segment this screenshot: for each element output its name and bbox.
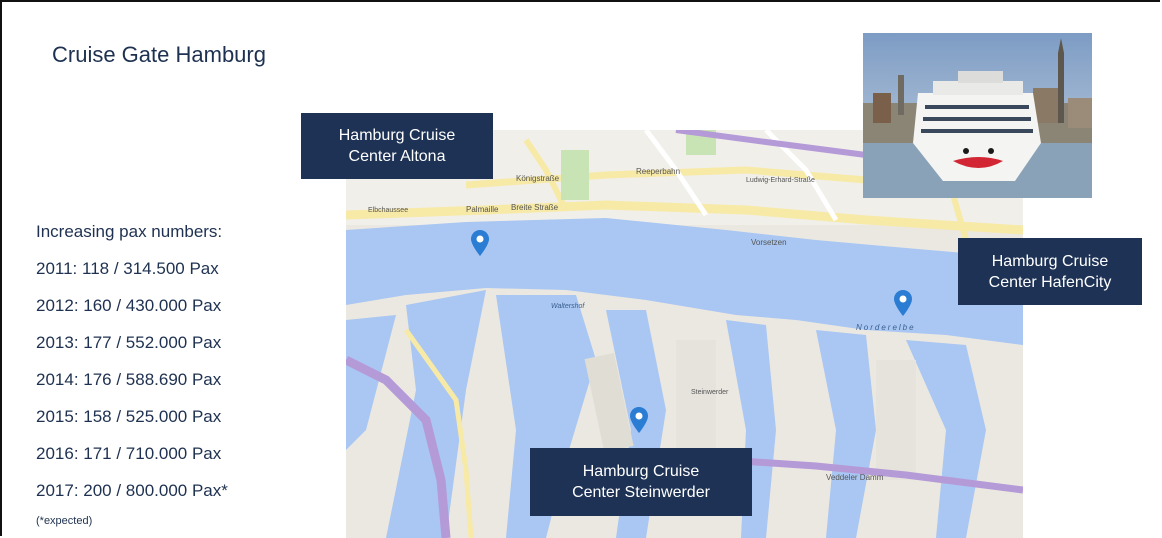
label-line: Hamburg Cruise: [991, 252, 1109, 270]
label-cruise-center-steinwerder: Hamburg Cruise Center Steinwerder: [530, 448, 752, 516]
map-street-label: Vorsetzen: [751, 238, 787, 247]
map-water-label: Norderelbe: [856, 323, 916, 332]
label-line: Hamburg Cruise: [338, 127, 456, 144]
pax-statistics: Increasing pax numbers: 2011: 118 / 314.…: [36, 222, 228, 528]
stats-row: 2016: 171 / 710.000 Pax: [36, 444, 222, 463]
label-cruise-center-altona: Hamburg Cruise Center Altona: [301, 113, 493, 179]
map-area-label: Steinwerder: [691, 389, 729, 396]
stats-row: 2012: 160 / 430.000 Pax: [36, 296, 222, 315]
map-pin-icon[interactable]: [630, 407, 648, 438]
page-title: Cruise Gate Hamburg: [52, 42, 266, 67]
map-area-label: Waltershof: [551, 303, 585, 310]
label-line: Hamburg Cruise: [582, 463, 700, 480]
stats-row: 2014: 176 / 588.690 Pax: [36, 370, 222, 389]
stats-footnote: (*expected): [36, 515, 93, 527]
map-street-label: Breite Straße: [511, 203, 559, 212]
map-street-label: Ludwig-Erhard-Straße: [746, 177, 815, 184]
map-street-label: Elbchaussee: [368, 207, 408, 214]
stats-row: 2011: 118 / 314.500 Pax: [36, 259, 219, 278]
map-pin-icon[interactable]: [471, 230, 489, 261]
map-street-label: Reeperbahn: [636, 167, 680, 176]
stats-heading: Increasing pax numbers:: [36, 222, 223, 241]
map-pin-icon[interactable]: [894, 290, 912, 321]
label-line: Center HafenCity: [988, 273, 1112, 291]
stats-row: 2017: 200 / 800.000 Pax*: [36, 481, 228, 500]
map-street-label: Veddeler Damm: [826, 473, 884, 482]
cruise-ship-photo: [863, 33, 1092, 198]
map-street-label: Königstraße: [516, 174, 560, 183]
stats-row: 2015: 158 / 525.000 Pax: [36, 407, 222, 426]
label-line: Center Steinwerder: [572, 484, 710, 501]
map-street-label: Palmaille: [466, 205, 499, 214]
stats-row: 2013: 177 / 552.000 Pax: [36, 333, 222, 352]
label-line: Center Altona: [348, 148, 446, 165]
label-cruise-center-hafencity: Hamburg Cruise Center HafenCity: [958, 238, 1142, 305]
